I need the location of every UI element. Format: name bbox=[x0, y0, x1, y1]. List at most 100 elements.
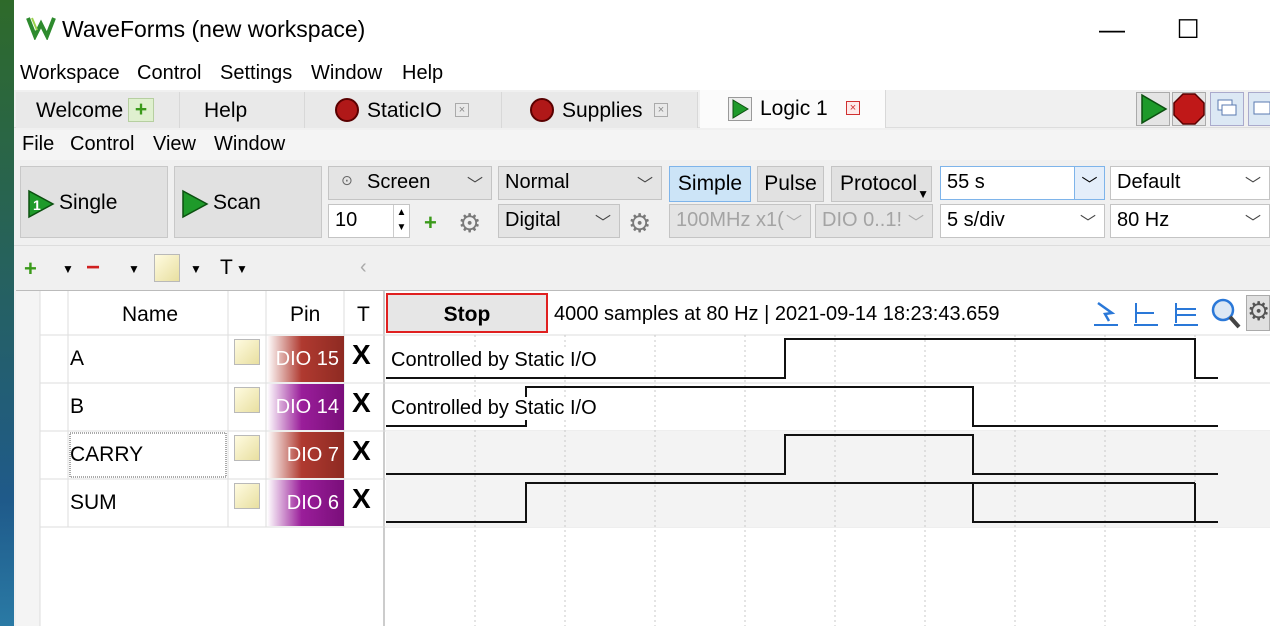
tab-help[interactable]: Help bbox=[180, 92, 305, 128]
desktop-background bbox=[0, 0, 14, 626]
plus-icon[interactable]: + bbox=[424, 210, 437, 236]
waveforms-logo-icon bbox=[26, 17, 56, 40]
menu-settings[interactable]: Settings bbox=[220, 62, 292, 85]
text-menu-button[interactable]: T bbox=[220, 256, 233, 280]
caret-down-icon[interactable]: ▼ bbox=[236, 262, 248, 276]
screen-icon: ⊙ bbox=[341, 172, 353, 188]
trigger-cell[interactable]: X bbox=[352, 483, 371, 515]
screen-mode-value: Screen bbox=[367, 171, 431, 193]
single-button[interactable]: 1 Single bbox=[20, 166, 168, 238]
stop-red-icon bbox=[530, 98, 554, 122]
count-spinbox[interactable]: 10 ▲ ▼ bbox=[328, 204, 410, 238]
type-select[interactable]: Digital ﹀ bbox=[498, 204, 620, 238]
chevron-down-icon: ﹀ bbox=[594, 215, 611, 232]
run-all-icon[interactable] bbox=[1136, 92, 1170, 126]
pin-badge[interactable]: DIO 14 bbox=[267, 384, 343, 430]
position-input[interactable]: 55 s ﹀ bbox=[940, 166, 1105, 200]
edit-icon[interactable] bbox=[234, 387, 260, 413]
pulse-button[interactable]: Pulse bbox=[757, 166, 824, 202]
cursor-delta-icon[interactable] bbox=[1172, 299, 1200, 329]
caret-down-icon[interactable]: ▼ bbox=[190, 262, 202, 276]
single-run-icon: 1 bbox=[28, 189, 55, 219]
pin-badge[interactable]: DIO 15 bbox=[267, 336, 343, 382]
add-channel-icon[interactable]: + bbox=[24, 256, 37, 282]
timebase-select[interactable]: 5 s/div ﹀ bbox=[940, 204, 1105, 238]
stop-button[interactable]: Stop bbox=[386, 293, 548, 333]
chevron-down-icon: ﹀ bbox=[636, 177, 653, 194]
clock-select[interactable]: 100MHz x1( ﹀ bbox=[669, 204, 811, 238]
maximize-button[interactable]: ☐ bbox=[1168, 12, 1208, 46]
menu-file[interactable]: File bbox=[22, 133, 54, 156]
svg-text:1: 1 bbox=[33, 197, 41, 213]
trigger-mode-select[interactable]: Normal ﹀ bbox=[498, 166, 662, 200]
windows-icon[interactable] bbox=[1210, 92, 1244, 126]
screen-mode-select[interactable]: ⊙ Screen ﹀ bbox=[328, 166, 492, 200]
edit-icon[interactable] bbox=[154, 254, 180, 282]
tab-welcome[interactable]: Welcome + bbox=[16, 92, 180, 128]
menu-window[interactable]: Window bbox=[214, 133, 285, 156]
close-icon[interactable]: × bbox=[654, 103, 668, 117]
menu-help[interactable]: Help bbox=[402, 62, 443, 85]
gear-icon[interactable]: ⚙ bbox=[458, 208, 481, 239]
rate-value: 80 Hz bbox=[1117, 209, 1170, 231]
edit-icon[interactable] bbox=[234, 483, 260, 509]
simple-button[interactable]: Simple bbox=[669, 166, 751, 202]
protocol-label: Protocol bbox=[840, 172, 918, 195]
header-pin[interactable]: Pin bbox=[290, 303, 320, 327]
scan-button[interactable]: Scan bbox=[174, 166, 322, 238]
window-title: WaveForms (new workspace) bbox=[62, 16, 366, 42]
pin-badge[interactable]: DIO 7 bbox=[267, 432, 343, 478]
close-icon[interactable]: × bbox=[455, 103, 469, 117]
preset-select[interactable]: Default ﹀ bbox=[1110, 166, 1270, 200]
menu-control[interactable]: Control bbox=[137, 62, 201, 85]
channel-name[interactable]: CARRY bbox=[70, 443, 143, 467]
stop-all-icon[interactable] bbox=[1172, 92, 1206, 126]
channel-name[interactable]: A bbox=[70, 347, 84, 371]
caret-down-icon[interactable]: ▼ bbox=[62, 262, 74, 276]
logic-grid: Name Pin T Stop 4000 samples at 80 Hz | … bbox=[16, 290, 1270, 626]
tab-staticio[interactable]: StaticIO × bbox=[305, 92, 502, 128]
minimize-button[interactable]: — bbox=[1092, 12, 1132, 46]
header-t[interactable]: T bbox=[357, 303, 370, 327]
dio-range-select[interactable]: DIO 0..1! ﹀ bbox=[815, 204, 933, 238]
caret-down-icon[interactable]: ▼ bbox=[128, 262, 140, 276]
header-name[interactable]: Name bbox=[122, 303, 178, 327]
gear-icon[interactable]: ⚙ bbox=[628, 208, 651, 239]
play-green-icon bbox=[728, 97, 752, 121]
trigger-cell[interactable]: X bbox=[352, 339, 371, 371]
tab-label: Welcome bbox=[36, 99, 124, 122]
plus-icon[interactable]: + bbox=[128, 98, 154, 122]
zoom-icon[interactable] bbox=[1210, 297, 1242, 331]
grid-lines bbox=[16, 291, 1270, 626]
chevron-left-icon[interactable]: ‹ bbox=[360, 256, 367, 279]
chevron-down-icon[interactable]: ﹀ bbox=[1074, 167, 1104, 199]
edit-icon[interactable] bbox=[234, 339, 260, 365]
cursor-icon[interactable] bbox=[1092, 299, 1120, 329]
workspace-tab-bar: Welcome + Help StaticIO × Supplies × Log… bbox=[14, 90, 1270, 128]
pin-badge[interactable]: DIO 6 bbox=[267, 480, 343, 526]
cursor-left-icon[interactable] bbox=[1132, 299, 1160, 329]
trigger-cell[interactable]: X bbox=[352, 387, 371, 419]
acquisition-info: 4000 samples at 80 Hz | 2021-09-14 18:23… bbox=[554, 303, 1000, 325]
remove-channel-icon[interactable]: − bbox=[86, 254, 100, 282]
dock-icon[interactable] bbox=[1248, 92, 1270, 126]
trigger-cell[interactable]: X bbox=[352, 435, 371, 467]
channel-name[interactable]: B bbox=[70, 395, 84, 419]
channel-name[interactable]: SUM bbox=[70, 491, 117, 515]
controlled-label: Controlled by Static I/O bbox=[388, 397, 600, 420]
spin-arrows-icon[interactable]: ▲ ▼ bbox=[393, 205, 409, 237]
rate-select[interactable]: 80 Hz ﹀ bbox=[1110, 204, 1270, 238]
menu-window[interactable]: Window bbox=[311, 62, 382, 85]
gear-icon[interactable]: ⚙ bbox=[1246, 295, 1270, 331]
protocol-button[interactable]: Protocol ▼ bbox=[831, 166, 932, 202]
menu-control[interactable]: Control bbox=[70, 133, 134, 156]
chevron-down-icon: ﹀ bbox=[1079, 215, 1096, 232]
close-icon[interactable]: × bbox=[846, 101, 860, 115]
edit-icon[interactable] bbox=[234, 435, 260, 461]
tab-supplies[interactable]: Supplies × bbox=[502, 92, 698, 128]
chevron-down-icon: ﹀ bbox=[785, 215, 802, 232]
menu-workspace[interactable]: Workspace bbox=[20, 62, 120, 85]
title-bar: WaveForms (new workspace) — ☐ bbox=[14, 0, 1270, 58]
tab-logic-1[interactable]: Logic 1 × bbox=[700, 90, 886, 128]
menu-view[interactable]: View bbox=[153, 133, 196, 156]
